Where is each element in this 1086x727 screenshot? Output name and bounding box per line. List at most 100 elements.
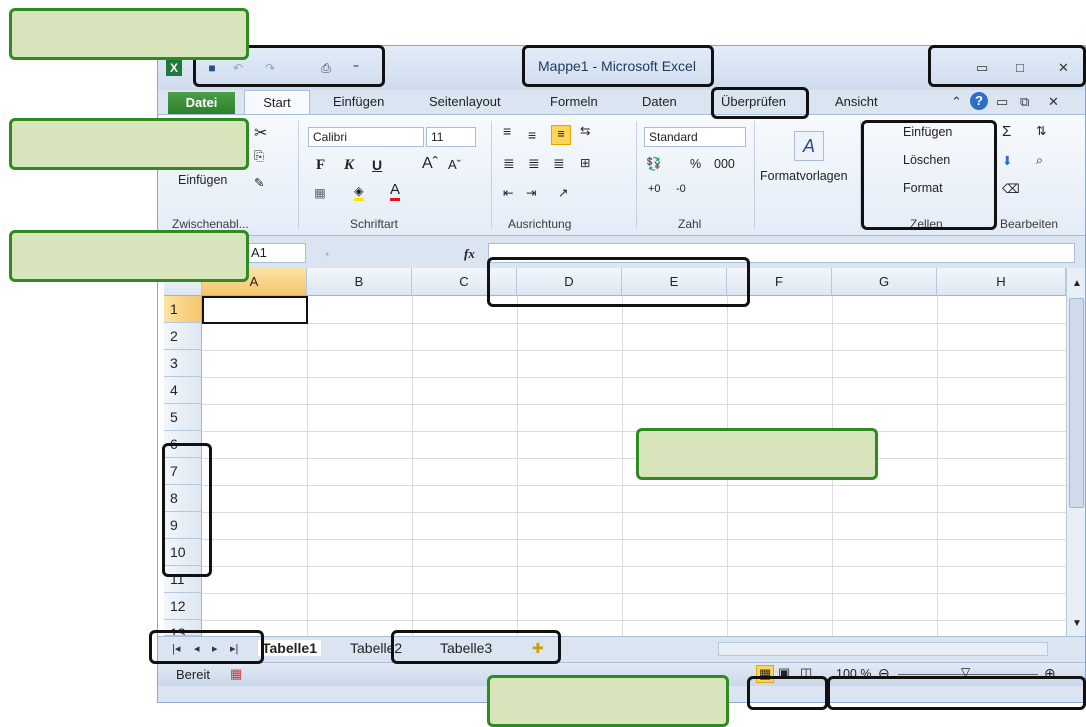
annotation-label-placeholder	[636, 428, 878, 480]
annotation-frame-cells-group	[861, 120, 997, 230]
gridline	[307, 296, 308, 636]
tab-page-layout[interactable]: Seitenlayout	[429, 94, 501, 109]
row-header[interactable]: 4	[164, 377, 202, 404]
doc-restore-icon[interactable]: ⧉	[1020, 94, 1029, 110]
row-header[interactable]: 1	[164, 296, 202, 323]
annotation-frame-review-tab	[711, 87, 809, 119]
status-ready: Bereit	[176, 667, 210, 682]
align-middle-icon[interactable]: ≡	[528, 127, 536, 143]
currency-icon[interactable]: 💱	[646, 157, 662, 172]
annotation-label-placeholder	[487, 675, 729, 727]
align-right-icon[interactable]: ≣	[553, 155, 565, 172]
tab-file[interactable]: Datei	[168, 92, 235, 114]
collapse-ribbon-icon[interactable]: ⌃	[951, 94, 962, 110]
annotation-frame-columns	[487, 257, 750, 307]
annotation-label-placeholder	[9, 230, 249, 282]
sheet-tab-active[interactable]: Tabelle1	[258, 640, 321, 656]
align-top-icon[interactable]: ≡	[503, 123, 511, 139]
border-icon[interactable]: ▦	[314, 185, 326, 200]
wrap-text-icon[interactable]: ⇆	[580, 123, 590, 138]
copy-icon[interactable]: ⎘	[254, 149, 264, 164]
thousands-button[interactable]: 000	[714, 157, 735, 171]
annotation-label-placeholder	[9, 8, 249, 60]
gridline	[937, 296, 938, 636]
font-name-select[interactable]: Calibri	[308, 127, 424, 147]
vertical-scrollbar[interactable]: ▲ ▼	[1066, 268, 1085, 636]
column-header[interactable]: B	[307, 268, 412, 296]
italic-button[interactable]: K	[344, 157, 354, 174]
font-size-select[interactable]: 11	[426, 127, 476, 147]
scroll-thumb[interactable]	[1069, 298, 1084, 508]
annotation-frame-view-buttons	[747, 676, 828, 710]
worksheet-grid: A B C D E F G H 1 2 3 4 5 6 7 8 9 10 11 …	[158, 268, 1066, 636]
divider	[754, 121, 755, 229]
annotation-frame-sheet-navigation	[149, 630, 264, 664]
autosum-icon[interactable]: Σ	[1002, 123, 1011, 140]
annotation-label-placeholder	[9, 118, 249, 170]
tab-formulas[interactable]: Formeln	[550, 94, 598, 109]
macro-record-icon[interactable]: ▦	[230, 666, 242, 682]
paste-button[interactable]: Einfügen	[178, 173, 227, 187]
tab-view[interactable]: Ansicht	[835, 94, 878, 109]
tab-data[interactable]: Daten	[642, 94, 677, 109]
percent-button[interactable]: %	[690, 157, 701, 171]
underline-button[interactable]: U	[372, 157, 382, 173]
tab-start[interactable]: Start	[244, 90, 310, 115]
fill-color-icon[interactable]: ◈	[354, 183, 364, 201]
find-select-icon[interactable]: ⌕	[1036, 153, 1043, 168]
active-cell-a1[interactable]	[202, 296, 308, 324]
scroll-down-icon[interactable]: ▼	[1072, 618, 1082, 629]
number-format-select[interactable]: Standard	[644, 127, 746, 147]
excel-logo-icon: X	[166, 60, 182, 76]
annotation-frame-rows	[162, 443, 212, 577]
tab-insert[interactable]: Einfügen	[333, 94, 384, 109]
column-header[interactable]: H	[937, 268, 1066, 296]
styles-icon[interactable]: A	[794, 131, 824, 161]
styles-button[interactable]: Formatvorlagen	[760, 169, 848, 183]
clear-icon[interactable]: ⌫	[1002, 181, 1020, 196]
alignment-group-label: Ausrichtung	[508, 217, 572, 231]
editing-group-label: Bearbeiten	[1000, 217, 1059, 231]
decrease-decimal-icon[interactable]: -0	[676, 183, 686, 195]
gridline	[622, 296, 623, 636]
formula-circle-icon: ◔	[322, 247, 330, 262]
increase-decimal-icon[interactable]: +0	[648, 183, 661, 195]
fill-icon[interactable]: ⬇	[1002, 153, 1012, 168]
bold-button[interactable]: F	[316, 157, 325, 174]
annotation-frame-title	[522, 45, 714, 87]
number-group-label: Zahl	[678, 217, 702, 231]
ribbon-tabs: Datei Start Einfügen Seitenlayout Formel…	[158, 90, 1085, 115]
increase-indent-icon[interactable]: ⇥	[526, 185, 536, 200]
doc-minimize-icon[interactable]: ▭	[996, 94, 1008, 110]
annotation-frame-window-buttons	[928, 45, 1086, 87]
doc-close-icon[interactable]: ✕	[1048, 94, 1059, 110]
sort-filter-icon[interactable]: ⇅	[1036, 123, 1046, 138]
row-header[interactable]: 12	[164, 593, 202, 620]
decrease-indent-icon[interactable]: ⇤	[503, 185, 513, 200]
font-color-icon[interactable]: A	[390, 181, 401, 201]
align-left-icon[interactable]: ≣	[503, 155, 515, 172]
divider	[298, 121, 299, 229]
divider	[636, 121, 637, 229]
shrink-font-icon[interactable]: Aˇ	[448, 157, 461, 172]
font-group-label: Schriftart	[350, 217, 399, 231]
horizontal-scrollbar[interactable]	[718, 642, 1048, 656]
orientation-icon[interactable]: ↗	[558, 185, 568, 200]
row-header[interactable]: 5	[164, 404, 202, 431]
align-bottom-icon[interactable]: ≡	[551, 125, 571, 145]
align-center-icon[interactable]: ≣	[528, 155, 540, 172]
grow-font-icon[interactable]: Aˆ	[422, 155, 438, 173]
row-header[interactable]: 2	[164, 323, 202, 350]
cut-icon[interactable]: ✂	[254, 123, 267, 143]
clipboard-group-label: Zwischenabl...	[172, 217, 249, 231]
help-icon[interactable]: ?	[970, 92, 988, 110]
merge-cells-icon[interactable]: ⊞	[580, 155, 590, 170]
gridline	[517, 296, 518, 636]
row-header[interactable]: 3	[164, 350, 202, 377]
divider	[491, 121, 492, 229]
format-painter-icon[interactable]: ✎	[254, 175, 264, 190]
scroll-up-icon[interactable]: ▲	[1072, 278, 1082, 289]
annotation-frame-zoom	[827, 676, 1086, 710]
insert-function-button[interactable]: fx	[464, 246, 475, 262]
column-header[interactable]: G	[832, 268, 937, 296]
